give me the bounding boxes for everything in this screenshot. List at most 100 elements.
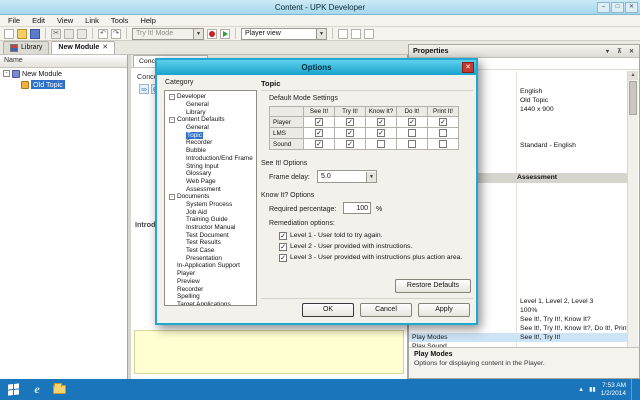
- player-view-combobox[interactable]: Player view ▼: [241, 27, 327, 40]
- frame-delay-combobox[interactable]: 5.0 ▼: [317, 170, 377, 183]
- category-tree-item[interactable]: General: [166, 124, 256, 132]
- expander-icon[interactable]: [178, 171, 184, 177]
- category-tree-item[interactable]: - Developer: [166, 93, 256, 101]
- category-tree-item[interactable]: Training Guide: [166, 216, 256, 224]
- tray-expand-icon[interactable]: ▲: [578, 387, 584, 393]
- chevron-down-icon[interactable]: ▾: [603, 47, 612, 56]
- save-icon[interactable]: [30, 28, 40, 39]
- category-tree-item[interactable]: System Process: [166, 201, 256, 209]
- minimize-button[interactable]: –: [597, 2, 610, 13]
- expander-icon[interactable]: [169, 301, 175, 305]
- category-tree-item[interactable]: Library: [166, 108, 256, 116]
- cut-icon[interactable]: ✂: [51, 28, 61, 39]
- show-desktop-button[interactable]: [631, 379, 636, 400]
- category-tree-item[interactable]: Topic: [166, 131, 256, 139]
- category-tree-item[interactable]: - Content Defaults: [166, 116, 256, 124]
- remediation-option[interactable]: ✓ Level 1 - User told to try again.: [279, 230, 462, 241]
- expander-icon[interactable]: [178, 132, 184, 138]
- expander-icon[interactable]: [169, 294, 175, 300]
- category-tree-item[interactable]: Test Document: [166, 231, 256, 239]
- expander-icon[interactable]: [169, 278, 175, 284]
- expander-icon[interactable]: [178, 109, 184, 115]
- dialog-titlebar[interactable]: Options: [157, 60, 476, 75]
- menu-item[interactable]: File: [2, 15, 26, 27]
- help-icon[interactable]: [364, 28, 374, 39]
- mode-checkbox[interactable]: [377, 140, 385, 148]
- category-tree-item[interactable]: Player: [166, 270, 256, 278]
- expander-icon[interactable]: [178, 148, 184, 154]
- dialog-close-button[interactable]: ✕: [462, 62, 474, 73]
- expander-icon[interactable]: [169, 263, 175, 269]
- expander-icon[interactable]: [178, 232, 184, 238]
- property-row-play-modes[interactable]: Play Modes See It!, Try It!: [409, 333, 628, 342]
- category-tree-item[interactable]: String Input: [166, 162, 256, 170]
- mode-checkbox[interactable]: ✓: [377, 118, 385, 126]
- mode-checkbox[interactable]: [439, 140, 447, 148]
- new-icon[interactable]: [4, 28, 14, 39]
- category-tree-item[interactable]: Recorder: [166, 285, 256, 293]
- mode-checkbox[interactable]: ✓: [439, 118, 447, 126]
- expander-icon[interactable]: -: [169, 193, 175, 200]
- category-tree-item[interactable]: Target Applications: [166, 301, 256, 305]
- scrollbar-thumb[interactable]: [629, 81, 637, 115]
- menu-item[interactable]: Edit: [26, 15, 51, 27]
- mode-checkbox[interactable]: ✓: [315, 140, 323, 148]
- expander-icon[interactable]: [178, 240, 184, 246]
- mode-checkbox[interactable]: ✓: [346, 118, 354, 126]
- category-tree-item[interactable]: Glossary: [166, 170, 256, 178]
- close-tab-icon[interactable]: ✕: [102, 42, 108, 54]
- mode-checkbox[interactable]: [408, 140, 416, 148]
- mode-checkbox[interactable]: ✓: [315, 129, 323, 137]
- category-tree-item[interactable]: - Documents: [166, 193, 256, 201]
- remediation-checkbox[interactable]: ✓: [279, 253, 287, 262]
- scroll-up-icon[interactable]: ▲: [628, 71, 638, 80]
- mode-checkbox[interactable]: [439, 129, 447, 137]
- expander-icon[interactable]: [12, 81, 19, 88]
- maximize-button[interactable]: □: [611, 2, 624, 13]
- expander-icon[interactable]: [178, 201, 184, 207]
- remediation-option[interactable]: ✓ Level 2 - User provided with instructi…: [279, 241, 462, 252]
- expander-icon[interactable]: [178, 248, 184, 254]
- category-tree-item[interactable]: Instructor Manual: [166, 224, 256, 232]
- mode-checkbox[interactable]: [408, 129, 416, 137]
- properties-header[interactable]: Properties ▾ ⊼ ✕: [409, 45, 639, 58]
- expander-icon[interactable]: [178, 255, 184, 261]
- record-icon[interactable]: [207, 28, 217, 39]
- mode-checkbox[interactable]: ✓: [315, 118, 323, 126]
- play-icon[interactable]: [220, 28, 230, 39]
- expander-icon[interactable]: [178, 125, 184, 131]
- apply-button[interactable]: Apply: [418, 303, 470, 317]
- category-tree-item[interactable]: Bubble: [166, 147, 256, 155]
- remediation-option[interactable]: ✓ Level 3 - User provided with instructi…: [279, 252, 462, 263]
- pin-icon[interactable]: ⊼: [615, 47, 624, 56]
- expander-icon[interactable]: [169, 271, 175, 277]
- expander-icon[interactable]: [178, 102, 184, 108]
- internet-explorer-button[interactable]: e: [26, 379, 48, 400]
- menu-item[interactable]: View: [51, 15, 79, 27]
- file-explorer-button[interactable]: [48, 379, 70, 400]
- mode-checkbox[interactable]: ✓: [346, 140, 354, 148]
- expander-icon[interactable]: [169, 286, 175, 292]
- ok-button[interactable]: OK: [302, 303, 354, 317]
- expander-icon[interactable]: [178, 186, 184, 192]
- expander-icon[interactable]: [178, 140, 184, 146]
- expander-icon[interactable]: [178, 217, 184, 223]
- category-tree-item[interactable]: Test Results: [166, 239, 256, 247]
- category-tree-item[interactable]: Introduction/End Frame: [166, 155, 256, 163]
- start-button[interactable]: [0, 379, 26, 400]
- insert-link-icon[interactable]: ∞: [139, 84, 149, 94]
- expander-icon[interactable]: [178, 225, 184, 231]
- record-mode-combobox[interactable]: Try It! Mode ▼: [132, 27, 204, 40]
- category-tree-item[interactable]: Presentation: [166, 254, 256, 262]
- redo-icon[interactable]: ↷: [111, 28, 121, 39]
- properties-scrollbar[interactable]: ▲: [627, 71, 638, 349]
- expander-icon[interactable]: [178, 178, 184, 184]
- expander-icon[interactable]: [178, 163, 184, 169]
- publish-icon[interactable]: [351, 28, 361, 39]
- mode-checkbox[interactable]: ✓: [377, 129, 385, 137]
- copy-icon[interactable]: [64, 28, 74, 39]
- category-tree-item[interactable]: Job Aid: [166, 208, 256, 216]
- tab-new-module[interactable]: New Module ✕: [51, 41, 116, 54]
- preview-icon[interactable]: [338, 28, 348, 39]
- category-tree-item[interactable]: Recorder: [166, 139, 256, 147]
